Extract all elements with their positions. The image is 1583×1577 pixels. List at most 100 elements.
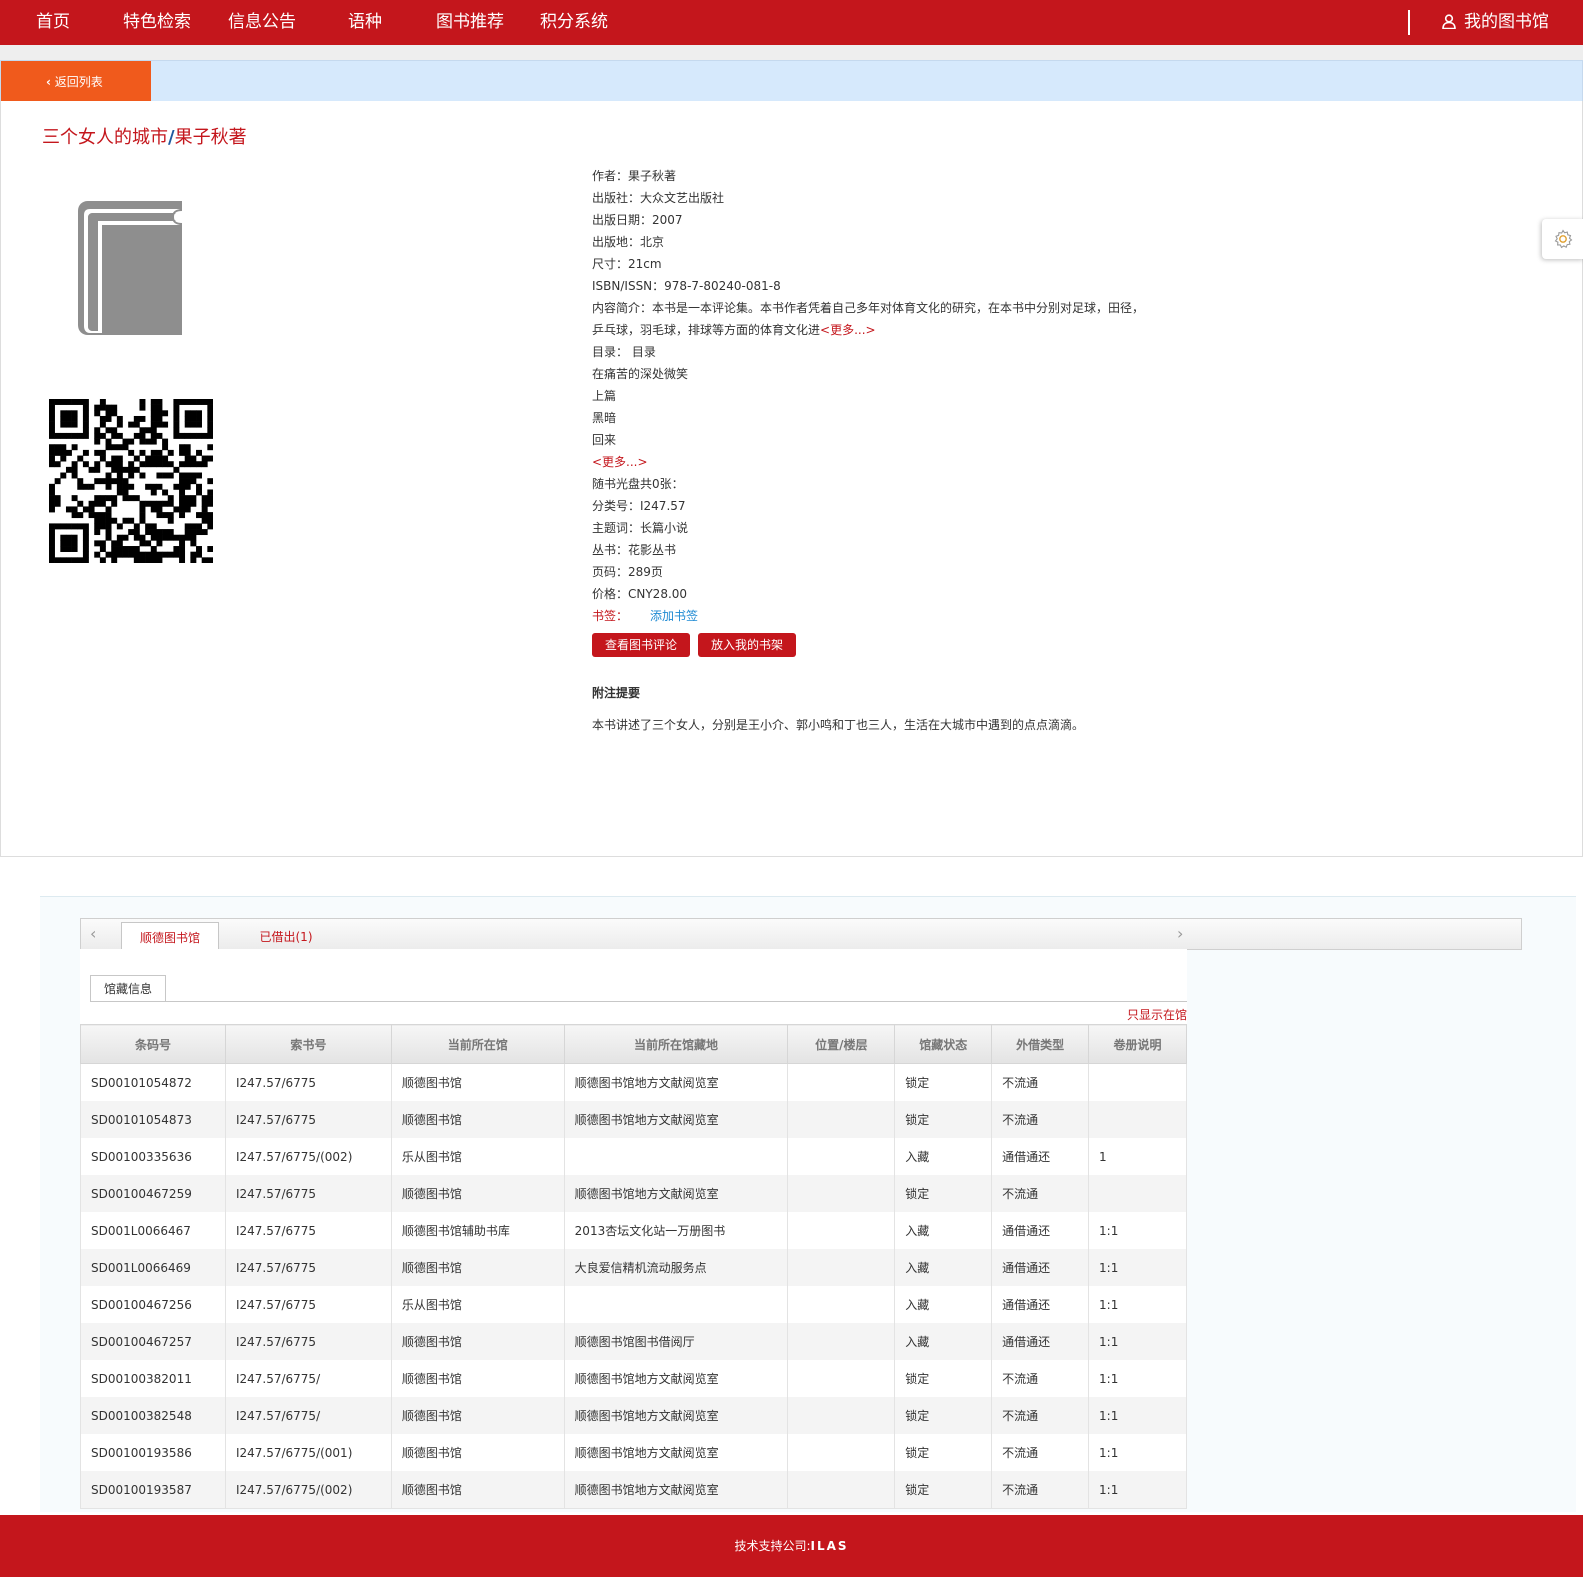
table-cell: 通借通还 xyxy=(991,1249,1090,1286)
table-cell xyxy=(787,1175,896,1212)
book-detail-panel: 三个女人的城市/果子秋著 作者：果子秋著 出版社：大众文艺出版社 出版日期：20… xyxy=(0,101,1583,857)
table-cell: 1:1 xyxy=(1088,1249,1187,1286)
nav-special-search[interactable]: 特色检索 xyxy=(123,0,191,45)
table-header: 条码号 索书号 当前所在馆 当前所在馆藏地 位置/楼层 馆藏状态 外借类型 卷册… xyxy=(80,1024,1187,1064)
table-cell xyxy=(787,1249,896,1286)
table-cell xyxy=(787,1212,896,1249)
table-cell: 锁定 xyxy=(894,1175,993,1212)
table-cell xyxy=(787,1471,896,1509)
table-row: SD00100382548 I247.57/6775/顺德图书馆 顺德图书馆地方文献… xyxy=(80,1397,1187,1434)
nav-divider xyxy=(1408,10,1410,35)
tab-checked-out[interactable]: 已借出(1) xyxy=(241,922,331,949)
table-cell: I247.57/6775 xyxy=(224,1175,392,1212)
view-reviews-button[interactable]: 查看图书评论 xyxy=(592,633,691,657)
table-cell: I247.57/6775 xyxy=(224,1323,392,1360)
table-cell: SD00100193586 xyxy=(80,1434,226,1471)
table-cell: 不流通 xyxy=(991,1397,1090,1434)
table-cell xyxy=(787,1360,896,1397)
col-loan-type: 外借类型 xyxy=(991,1024,1090,1064)
field-pages: 页码：289页 xyxy=(592,565,663,579)
back-to-list-button[interactable]: ‹ 返回列表 xyxy=(1,61,151,101)
table-cell: 顺德图书馆地方文献阅览室 xyxy=(563,1434,789,1471)
table-cell: 顺德图书馆 xyxy=(390,1101,565,1138)
table-cell: 顺德图书馆地方文献阅览室 xyxy=(563,1101,789,1138)
table-cell: 入藏 xyxy=(894,1286,993,1323)
book-info: 作者：果子秋著 出版社：大众文艺出版社 出版日期：2007 出版地：北京 尺寸：… xyxy=(592,165,1152,659)
tab-shunde-library[interactable]: 顺德图书馆 xyxy=(121,922,219,950)
table-cell: SD00101054872 xyxy=(80,1063,226,1101)
table-cell: 通借通还 xyxy=(991,1286,1090,1323)
table-cell xyxy=(787,1434,896,1471)
table-cell xyxy=(563,1138,789,1175)
table-cell xyxy=(787,1063,896,1101)
table-cell xyxy=(1088,1175,1187,1212)
table-cell: 1:1 xyxy=(1088,1434,1187,1471)
table-cell: 通借通还 xyxy=(991,1212,1090,1249)
field-author: 作者：果子秋著 xyxy=(592,169,677,183)
nav-announcements[interactable]: 信息公告 xyxy=(228,0,296,45)
table-cell: 顺德图书馆辅助书库 xyxy=(390,1212,565,1249)
my-library-link[interactable]: 我的图书馆 xyxy=(1442,0,1549,45)
table-cell: SD001L0066467 xyxy=(80,1212,226,1249)
only-available-link[interactable]: 只显示在馆 xyxy=(1127,1006,1187,1023)
table-cell: 锁定 xyxy=(894,1063,993,1101)
table-cell: 顺德图书馆地方文献阅览室 xyxy=(563,1360,789,1397)
nav-home[interactable]: 首页 xyxy=(36,0,70,45)
table-cell: SD00100335636 xyxy=(80,1138,226,1175)
table-cell: 1:1 xyxy=(1088,1212,1187,1249)
field-cd: 随书光盘共0张： xyxy=(592,477,684,491)
table-cell: 锁定 xyxy=(894,1434,993,1471)
tab-holdings-info[interactable]: 馆藏信息 xyxy=(90,975,166,1001)
col-barcode: 条码号 xyxy=(80,1024,226,1064)
footer: 技术支持公司:ILAS xyxy=(0,1515,1583,1577)
table-cell: 2013杏坛文化站一万册图书 xyxy=(563,1212,789,1249)
nav-recommend[interactable]: 图书推荐 xyxy=(436,0,504,45)
table-cell: 顺德图书馆 xyxy=(390,1434,565,1471)
table-row: SD001L0066469 I247.57/6775 顺德图书馆 大良爱信精机流动服务… xyxy=(80,1249,1187,1286)
action-buttons: 查看图书评论 放入我的书架 xyxy=(592,633,1152,659)
table-cell: 顺德图书馆 xyxy=(390,1063,565,1101)
holdings-panel: 馆藏信息 只显示在馆 条码号 索书号 当前所在馆 当前所在馆藏地 位置/楼层 馆… xyxy=(80,949,1187,1509)
table-cell: 锁定 xyxy=(894,1471,993,1509)
table-cell: 不流通 xyxy=(991,1471,1090,1509)
settings-button[interactable] xyxy=(1542,219,1583,259)
table-row: SD001L0066467 I247.57/6775 顺德图书馆辅助书库 2013杏坛… xyxy=(80,1212,1187,1249)
table-cell xyxy=(1088,1063,1187,1101)
add-to-shelf-button[interactable]: 放入我的书架 xyxy=(698,633,797,657)
summary-more-link[interactable]: <更多...> xyxy=(820,323,876,337)
footer-label: 技术支持公司: xyxy=(734,1539,811,1553)
notes-title: 附注提要 xyxy=(592,686,641,700)
table-row: SD00100467256 I247.57/6775 乐从图书馆 入藏 通借通还 1:1 xyxy=(80,1286,1187,1323)
holdings-table: 条码号 索书号 当前所在馆 当前所在馆藏地 位置/楼层 馆藏状态 外借类型 卷册… xyxy=(80,1024,1187,1509)
table-cell: 入藏 xyxy=(894,1323,993,1360)
table-cell xyxy=(787,1397,896,1434)
field-subject: 主题词：长篇小说 xyxy=(592,521,689,535)
chevron-left-icon[interactable]: ‹ xyxy=(90,924,96,943)
table-cell: 通借通还 xyxy=(991,1323,1090,1360)
nav-points[interactable]: 积分系统 xyxy=(540,0,608,45)
table-cell: I247.57/6775/ xyxy=(224,1360,392,1397)
table-row: SD00100193586 I247.57/6775/(001) 顺德图书馆 顺德图书… xyxy=(80,1434,1187,1471)
table-cell: 顺德图书馆地方文献阅览室 xyxy=(563,1063,789,1101)
title-slash: / xyxy=(168,127,175,148)
book-title: 三个女人的城市/果子秋著 xyxy=(42,123,247,149)
col-status: 馆藏状态 xyxy=(894,1024,993,1064)
table-cell: SD00100467256 xyxy=(80,1286,226,1323)
holdings-section: ‹ 顺德图书馆 已借出(1) › 馆藏信息 只显示在馆 条码号 索书号 当前所在… xyxy=(40,896,1576,1512)
field-pub-place: 出版地：北京 xyxy=(592,235,665,249)
table-cell: 1:1 xyxy=(1088,1323,1187,1360)
chevron-right-icon[interactable]: › xyxy=(1177,924,1183,943)
table-cell: 顺德图书馆 xyxy=(390,1360,565,1397)
nav-language[interactable]: 语种 xyxy=(348,0,382,45)
table-cell: 不流通 xyxy=(991,1434,1090,1471)
table-cell: 锁定 xyxy=(894,1360,993,1397)
toc-item: 上篇 xyxy=(592,389,617,403)
table-cell: 顺德图书馆 xyxy=(390,1175,565,1212)
toc-more-link[interactable]: <更多...> xyxy=(592,455,648,469)
table-cell: SD00100382011 xyxy=(80,1360,226,1397)
table-row: SD00101054873 I247.57/6775 顺德图书馆 顺德图书馆地方文献阅… xyxy=(80,1101,1187,1138)
table-cell xyxy=(563,1286,789,1323)
field-summary: 内容简介：本书是一本评论集。本书作者凭着自己多年对体育文化的研究，在本书中分别对… xyxy=(592,297,1152,341)
add-bookmark-link[interactable]: 添加书签 xyxy=(650,609,698,623)
back-label: 返回列表 xyxy=(54,75,103,89)
